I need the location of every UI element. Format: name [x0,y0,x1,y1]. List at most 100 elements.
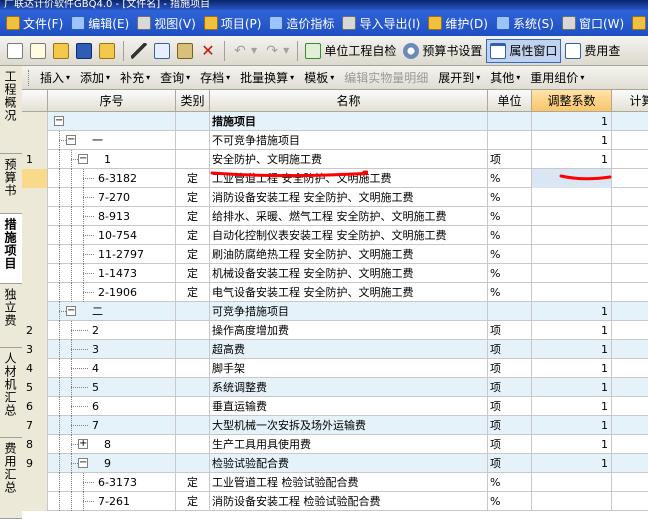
toolbar2-item-10[interactable]: 重用组价 ▾ [525,69,589,86]
unit-cell[interactable]: % [488,226,532,245]
new-project-button[interactable] [27,39,49,63]
name-cell[interactable]: 垂直运输费 [210,397,488,416]
unit-cell[interactable]: % [488,245,532,264]
table-row[interactable]: 8-913 定给排水、采暖、燃气工程 安全防护、文明施工费% [22,207,648,226]
side-tab-4[interactable]: 人材机汇总 [0,348,22,438]
seq-cell[interactable]: 7-261 [48,492,176,511]
toolbar2-item-8[interactable]: 展开到 ▾ [433,69,485,86]
folder-button[interactable] [96,39,118,63]
kind-cell[interactable] [176,131,210,150]
side-tab-3[interactable]: 独立费 [0,284,22,348]
menu-item-1[interactable]: 编辑(E) [69,12,135,34]
coef-cell[interactable]: 1 [532,131,612,150]
calc-cell[interactable] [612,473,648,492]
seq-cell[interactable]: 7-270 [48,188,176,207]
unit-cell[interactable]: % [488,207,532,226]
name-cell[interactable]: 消防设备安装工程 检验试验配合费 [210,492,488,511]
unit-cell[interactable]: 项 [488,416,532,435]
table-row[interactable]: − 二可竞争措施项目 1 [22,302,648,321]
name-cell[interactable]: 系统调整费 [210,378,488,397]
open-button[interactable] [50,39,72,63]
table-row[interactable]: 1-1473 定机械设备安装工程 安全防护、文明施工费% [22,264,648,283]
row-number[interactable] [22,302,48,321]
coef-cell[interactable] [532,188,612,207]
name-cell[interactable]: 刷油防腐绝热工程 安全防护、文明施工费 [210,245,488,264]
name-cell[interactable]: 工业管道工程 检验试验配合费 [210,473,488,492]
side-tab-2[interactable]: 措施项目 [0,214,22,284]
unit-cell[interactable]: % [488,492,532,511]
kind-cell[interactable]: 定 [176,473,210,492]
seq-cell[interactable]: −1 [48,150,176,169]
seq-cell[interactable]: 4 [48,359,176,378]
coef-cell[interactable]: 1 [532,359,612,378]
toolbar2-item-6[interactable]: 模板 ▾ [299,69,339,86]
seq-cell[interactable]: 6-3182 [48,169,176,188]
unit-cell[interactable]: % [488,473,532,492]
delete-button[interactable]: ✕ [197,39,219,63]
seq-cell[interactable]: −9 [48,454,176,473]
coef-cell[interactable] [532,492,612,511]
collapse-icon[interactable]: − [78,458,88,468]
kind-cell[interactable] [176,359,210,378]
toolbar2-item-4[interactable]: 存档 ▾ [195,69,235,86]
kind-cell[interactable]: 定 [176,283,210,302]
calc-cell[interactable] [612,150,648,169]
collapse-icon[interactable]: − [66,306,76,316]
kind-cell[interactable]: 定 [176,245,210,264]
row-number[interactable] [22,473,48,492]
name-cell[interactable]: 检验试验配合费 [210,454,488,473]
name-cell[interactable]: 生产工具用具使用费 [210,435,488,454]
seq-cell[interactable]: − 二 [48,302,176,321]
unit-cell[interactable]: % [488,264,532,283]
side-tab-1[interactable]: 预算书 [0,154,22,214]
seq-cell[interactable]: 10-754 [48,226,176,245]
row-number[interactable] [22,226,48,245]
save-button[interactable] [73,39,95,63]
row-number[interactable]: 3 [22,340,48,359]
header-name[interactable]: 名称 [210,90,488,112]
unit-cell[interactable] [488,131,532,150]
kind-cell[interactable]: 定 [176,188,210,207]
row-number[interactable]: 4 [22,359,48,378]
kind-cell[interactable]: 定 [176,264,210,283]
name-cell[interactable]: 脚手架 [210,359,488,378]
table-row[interactable]: − 措施项目 1 [22,112,648,131]
row-number[interactable] [22,492,48,511]
coef-cell[interactable]: 1 [532,302,612,321]
row-number[interactable] [22,112,48,131]
name-cell[interactable]: 消防设备安装工程 安全防护、文明施工费 [210,188,488,207]
seq-cell[interactable]: 7 [48,416,176,435]
table-row[interactable]: 11-2797 定刷油防腐绝热工程 安全防护、文明施工费% [22,245,648,264]
row-number[interactable] [22,131,48,150]
coef-cell[interactable] [532,264,612,283]
kind-cell[interactable]: 定 [176,207,210,226]
unit-cell[interactable]: 项 [488,359,532,378]
row-number[interactable]: 7 [22,416,48,435]
calc-cell[interactable] [612,454,648,473]
unit-cell[interactable]: % [488,169,532,188]
calc-cell[interactable] [612,340,648,359]
header-coef[interactable]: 调整系数 [532,90,612,112]
calc-cell[interactable] [612,492,648,511]
name-cell[interactable]: 电气设备安装工程 安全防护、文明施工费 [210,283,488,302]
side-tab-0[interactable]: 工程概况 [0,66,22,154]
row-number[interactable] [22,169,48,188]
collapse-icon[interactable]: − [66,135,76,145]
collapse-icon[interactable]: − [54,116,64,126]
seq-cell[interactable]: − 一 [48,131,176,150]
menu-item-9[interactable]: 在线服务(L) [630,12,648,34]
seq-cell[interactable]: − [48,112,176,131]
kind-cell[interactable] [176,302,210,321]
table-row[interactable]: 10-754 定自动化控制仪表安装工程 安全防护、文明施工费% [22,226,648,245]
calc-cell[interactable] [612,321,648,340]
coef-cell[interactable]: 1 [532,416,612,435]
unit-cell[interactable]: 项 [488,150,532,169]
menu-item-5[interactable]: 导入导出(I) [340,12,426,34]
coef-cell[interactable] [532,207,612,226]
budget-settings-button[interactable]: 预算书设置 [400,39,485,63]
seq-cell[interactable]: 2 [48,321,176,340]
expand-icon[interactable]: + [78,439,88,449]
row-number[interactable] [22,207,48,226]
name-cell[interactable]: 操作高度增加费 [210,321,488,340]
kind-cell[interactable] [176,321,210,340]
